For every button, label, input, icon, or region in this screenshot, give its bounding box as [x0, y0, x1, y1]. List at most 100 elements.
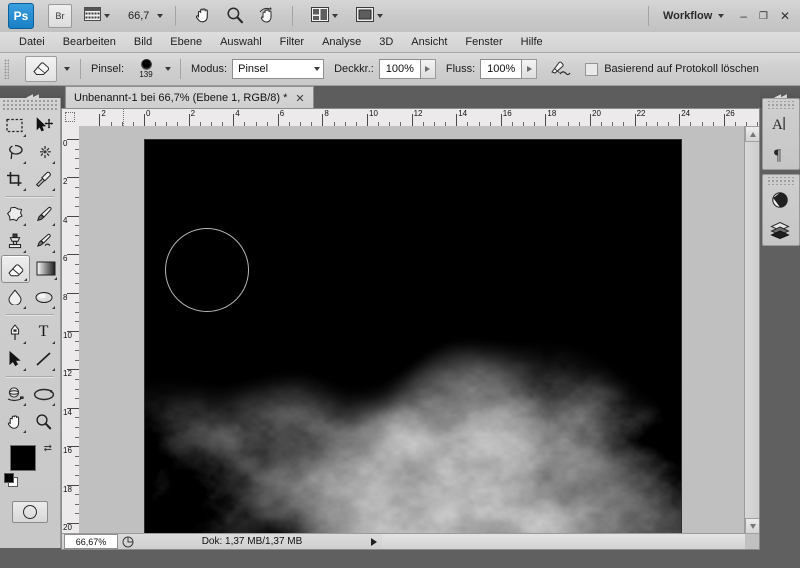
- chevron-right-icon: [526, 66, 532, 72]
- menu-item-auswahl[interactable]: Auswahl: [211, 32, 271, 52]
- quick-mask-mode-button[interactable]: [12, 501, 48, 523]
- opacity-control[interactable]: 100%: [378, 59, 436, 79]
- close-button[interactable]: ✕: [780, 9, 790, 23]
- ruler-label: 6: [63, 254, 68, 264]
- adjustments-panel-button[interactable]: [763, 185, 797, 215]
- tool-horizontal-type[interactable]: T: [30, 319, 57, 345]
- scroll-up-button[interactable]: [745, 126, 759, 142]
- tool-eyedropper[interactable]: [30, 166, 57, 192]
- launch-bridge-button[interactable]: Br: [48, 4, 72, 28]
- ruler-label: 12: [413, 109, 423, 118]
- svg-text:¶: ¶: [774, 147, 782, 163]
- workspace-switcher[interactable]: Workflow: [647, 6, 725, 26]
- tool-dodge[interactable]: [30, 284, 57, 310]
- zoom-percentage-field[interactable]: 66,67%: [64, 534, 118, 549]
- brush-label: Pinsel:: [91, 63, 125, 75]
- screen-mode-button[interactable]: [309, 5, 340, 27]
- toolbox-divider-1: [6, 196, 54, 198]
- tool-preset-chevron-down-icon[interactable]: [64, 67, 70, 71]
- tool-3d-orbit[interactable]: [30, 381, 57, 407]
- tool-brush[interactable]: [30, 201, 57, 227]
- current-tool-preset-button[interactable]: [25, 56, 57, 82]
- document-tab-close-icon[interactable]: ✕: [295, 92, 304, 105]
- view-extras-button[interactable]: [82, 5, 112, 27]
- opacity-input[interactable]: 100%: [378, 59, 421, 79]
- character-panel-icon: A: [772, 117, 785, 133]
- tool-pen[interactable]: [1, 319, 28, 345]
- tool-crop[interactable]: [1, 166, 28, 192]
- scroll-down-button[interactable]: [745, 518, 759, 534]
- menu-item-fenster[interactable]: Fenster: [456, 32, 511, 52]
- ruler-label: 8: [63, 292, 68, 302]
- menu-item-analyse[interactable]: Analyse: [313, 32, 370, 52]
- foreground-color-swatch[interactable]: [10, 445, 36, 471]
- tool-path-selection[interactable]: [1, 346, 28, 372]
- airbrush-toggle-button[interactable]: [549, 59, 571, 80]
- document-size-icon[interactable]: [118, 534, 138, 549]
- menu-item-3d[interactable]: 3D: [370, 32, 402, 52]
- tool-eraser[interactable]: [1, 255, 30, 283]
- options-bar-grip[interactable]: [4, 59, 9, 79]
- tool-zoom[interactable]: [30, 408, 57, 434]
- layers-panel-button[interactable]: [763, 215, 797, 245]
- arrange-documents-button[interactable]: [354, 5, 385, 27]
- erase-history-checkbox-group[interactable]: Basierend auf Protokoll löschen: [585, 62, 759, 76]
- tool-line[interactable]: [30, 346, 57, 372]
- tool-lasso[interactable]: [1, 139, 28, 165]
- image-canvas[interactable]: [144, 139, 682, 534]
- brush-chevron-down-icon[interactable]: [165, 67, 172, 71]
- menu-item-filter[interactable]: Filter: [271, 32, 313, 52]
- ruler-tick-major: [188, 114, 190, 126]
- mode-select-value: Pinsel: [238, 63, 269, 75]
- swap-colors-icon[interactable]: ⇄: [44, 443, 52, 454]
- rotate-view-tool-button[interactable]: [256, 5, 278, 27]
- panel-group-grip[interactable]: [767, 101, 795, 109]
- ruler-tick-major: [144, 114, 145, 126]
- tool-3d-rotate[interactable]: [1, 381, 28, 407]
- tool-magic-wand[interactable]: [30, 139, 57, 165]
- flow-control[interactable]: 100%: [480, 59, 538, 79]
- tool-rectangular-marquee[interactable]: [1, 112, 28, 138]
- airbrush-icon: [549, 61, 571, 80]
- tool-blur[interactable]: [1, 284, 28, 310]
- brush-preset-picker[interactable]: 139: [129, 55, 163, 83]
- default-colors-icon[interactable]: [4, 473, 18, 487]
- menu-item-ansicht[interactable]: Ansicht: [402, 32, 456, 52]
- ruler-origin-corner[interactable]: [62, 109, 80, 127]
- document-tab-bar: ◀◀ Unbenannt-1 bei 66,7% (Ebene 1, RGB/8…: [0, 86, 800, 109]
- zoom-level-value[interactable]: 66,7: [128, 10, 149, 22]
- minimize-button[interactable]: –: [740, 9, 747, 23]
- menu-bar: Datei Bearbeiten Bild Ebene Auswahl Filt…: [0, 32, 800, 53]
- zoom-chevron-down-icon[interactable]: [157, 14, 164, 18]
- menu-item-ebene[interactable]: Ebene: [161, 32, 211, 52]
- hand-tool-button[interactable]: [192, 5, 214, 27]
- type-tool-glyph: T: [38, 323, 49, 340]
- expand-status-icon[interactable]: [366, 537, 382, 546]
- flow-slider-button[interactable]: [522, 59, 538, 79]
- menu-item-hilfe[interactable]: Hilfe: [512, 32, 552, 52]
- mode-select[interactable]: Pinsel: [232, 59, 325, 79]
- tool-gradient[interactable]: [32, 255, 59, 281]
- vertical-scrollbar[interactable]: [744, 126, 759, 534]
- toolbox-grip[interactable]: [2, 100, 58, 110]
- erase-history-checkbox[interactable]: [585, 62, 599, 76]
- menu-item-bearbeiten[interactable]: Bearbeiten: [54, 32, 125, 52]
- tool-flyout-triangle-icon: [52, 403, 55, 406]
- paragraph-panel-button[interactable]: ¶: [763, 139, 797, 169]
- character-panel-button[interactable]: A: [763, 109, 797, 139]
- tool-move[interactable]: [30, 112, 57, 138]
- tool-flyout-triangle-icon: [23, 223, 26, 226]
- panel-group-grip[interactable]: [767, 177, 795, 185]
- menu-item-datei[interactable]: Datei: [10, 32, 54, 52]
- tool-history-brush[interactable]: [30, 228, 57, 254]
- restore-button[interactable]: ❐: [759, 11, 768, 22]
- tool-spot-healing-brush[interactable]: [1, 201, 28, 227]
- canvas-scroll-area[interactable]: [79, 126, 745, 534]
- document-tab[interactable]: Unbenannt-1 bei 66,7% (Ebene 1, RGB/8) *…: [65, 86, 314, 109]
- opacity-slider-button[interactable]: [420, 59, 436, 79]
- menu-item-bild[interactable]: Bild: [125, 32, 161, 52]
- tool-clone-stamp[interactable]: [1, 228, 28, 254]
- flow-input[interactable]: 100%: [480, 59, 523, 79]
- tool-hand[interactable]: [1, 408, 28, 434]
- zoom-tool-button[interactable]: [224, 5, 246, 27]
